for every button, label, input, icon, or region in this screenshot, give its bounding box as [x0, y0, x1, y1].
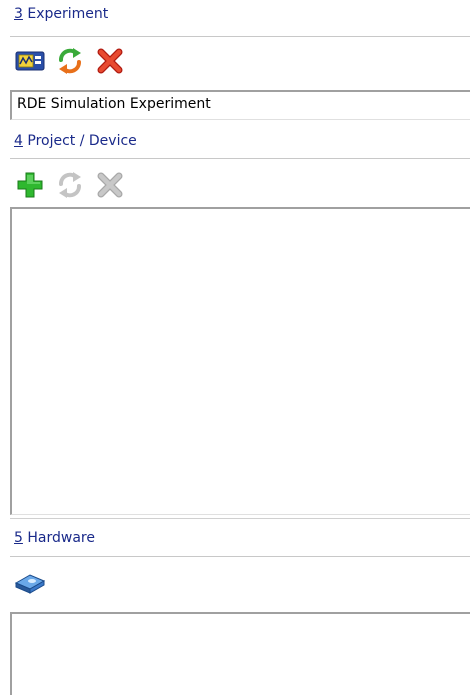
project-toolbar: [14, 168, 126, 202]
experiment-section-number: 3: [14, 6, 23, 22]
experiment-divider: [10, 36, 470, 37]
hardware-device-icon: [14, 574, 46, 594]
experiment-list[interactable]: RDE Simulation Experiment: [10, 90, 470, 120]
hardware-section-number: 5: [14, 530, 23, 546]
experiment-device-icon: [15, 51, 45, 71]
hardware-toolbar: [14, 566, 46, 600]
project-add-button[interactable]: [14, 170, 46, 200]
project-section-header[interactable]: 4 Project / Device: [14, 133, 137, 149]
experiment-properties-button[interactable]: [14, 46, 46, 76]
project-device-list[interactable]: [10, 207, 470, 515]
experiment-toolbar: [14, 44, 126, 78]
experiment-section-header[interactable]: 3 Experiment: [14, 6, 108, 22]
section-splitter[interactable]: [10, 518, 470, 519]
experiment-section-label: Experiment: [22, 6, 109, 22]
refresh-icon-disabled: [59, 172, 81, 198]
add-icon: [17, 172, 43, 198]
hardware-list[interactable]: [10, 612, 470, 695]
project-delete-button[interactable]: [94, 170, 126, 200]
project-section-number: 4: [14, 133, 23, 149]
project-divider: [10, 158, 470, 159]
experiment-delete-button[interactable]: [94, 46, 126, 76]
refresh-icon: [59, 48, 81, 74]
hardware-divider: [10, 556, 470, 557]
hardware-section-label: Hardware: [22, 530, 95, 546]
experiment-list-item[interactable]: RDE Simulation Experiment: [17, 96, 211, 112]
hardware-section-header[interactable]: 5 Hardware: [14, 530, 95, 546]
project-refresh-button[interactable]: [54, 170, 86, 200]
hardware-properties-button[interactable]: [14, 568, 46, 598]
project-section-label: Project / Device: [22, 133, 137, 149]
experiment-refresh-button[interactable]: [54, 46, 86, 76]
delete-icon-disabled: [97, 172, 123, 198]
delete-icon: [97, 48, 123, 74]
